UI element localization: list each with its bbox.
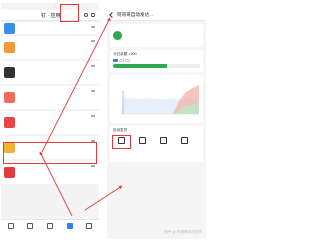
list-item-text — [18, 97, 96, 99]
right-phone-screen: 阿哥哥自动发达... 今日余额 >200 自动发货 知乎 @ 阿哥哥自动发货 — [107, 3, 206, 239]
list-item[interactable] — [1, 86, 99, 109]
app-icon — [4, 117, 15, 128]
functions-title: 自动发货 — [113, 128, 128, 132]
nav-icon — [66, 223, 73, 229]
list-item-text — [18, 122, 96, 124]
functions-section: 自动发货 — [110, 126, 203, 162]
page-title: 阿哥哥自动发达... — [117, 12, 153, 17]
trend-chart-svg — [121, 85, 199, 115]
status-bar — [1, 3, 99, 10]
app-icon — [4, 92, 15, 103]
highlight-box-item — [3, 142, 97, 164]
app-header: 钉 · 应用 — [1, 10, 99, 21]
function-item[interactable] — [134, 135, 151, 145]
nav-item[interactable] — [4, 223, 18, 230]
list-item-text — [18, 27, 96, 29]
more-icon[interactable] — [91, 115, 95, 117]
tab[interactable] — [119, 59, 124, 62]
tab[interactable] — [113, 59, 118, 62]
header-actions — [84, 13, 95, 17]
list-item-text — [18, 47, 96, 49]
more-icon[interactable] — [91, 90, 95, 92]
highlight-box-function — [112, 135, 131, 149]
nav-icon — [27, 223, 34, 229]
list-item[interactable] — [1, 61, 99, 84]
function-item[interactable] — [112, 135, 131, 149]
functions-grid — [112, 135, 200, 149]
app-icon — [4, 167, 15, 178]
bottom-nav — [1, 219, 99, 239]
nav-item[interactable] — [63, 223, 77, 230]
function-item[interactable] — [155, 135, 172, 145]
app-icon — [4, 22, 15, 34]
function-icon — [139, 137, 146, 144]
balance-progress-fill — [113, 64, 167, 68]
list-item-text — [18, 72, 96, 74]
more-icon[interactable] — [91, 40, 95, 42]
left-phone-screen: 钉 · 应用 — [1, 3, 99, 239]
detail-header: 阿哥哥自动发达... — [107, 10, 206, 21]
status-bar — [107, 3, 206, 10]
function-item[interactable] — [176, 135, 193, 145]
add-icon[interactable] — [91, 13, 95, 17]
watermark: 知乎 @ 阿哥哥自动发货 — [164, 230, 202, 234]
page-title: 钉 · 应用 — [41, 12, 61, 19]
list-item[interactable] — [1, 111, 99, 134]
nav-icon — [86, 223, 93, 229]
balance-title: 今日余额 >200 — [113, 52, 137, 56]
nav-icon — [7, 223, 14, 229]
list-item[interactable] — [1, 36, 99, 59]
nav-icon — [46, 223, 53, 229]
app-icon — [4, 67, 15, 78]
balance-progress — [113, 64, 200, 68]
shop-card[interactable] — [110, 24, 203, 47]
tab[interactable] — [125, 59, 130, 62]
nav-item[interactable] — [23, 223, 37, 230]
back-icon[interactable] — [109, 12, 115, 18]
list-item[interactable] — [1, 161, 99, 184]
function-icon — [181, 137, 188, 144]
search-icon[interactable] — [84, 13, 88, 17]
highlight-box-nav — [60, 4, 79, 22]
balance-tabs — [113, 59, 200, 62]
more-icon[interactable] — [91, 165, 95, 167]
function-icon — [160, 137, 167, 144]
more-icon[interactable] — [91, 65, 95, 67]
nav-item[interactable] — [82, 223, 96, 230]
list-item-text — [18, 172, 96, 174]
balance-section: 今日余额 >200 — [110, 50, 203, 72]
nav-item[interactable] — [43, 223, 57, 230]
app-icon — [4, 42, 15, 53]
list-item[interactable] — [1, 22, 99, 34]
more-icon[interactable] — [91, 26, 95, 28]
trend-chart — [110, 75, 203, 123]
shop-avatar-icon — [113, 31, 122, 40]
